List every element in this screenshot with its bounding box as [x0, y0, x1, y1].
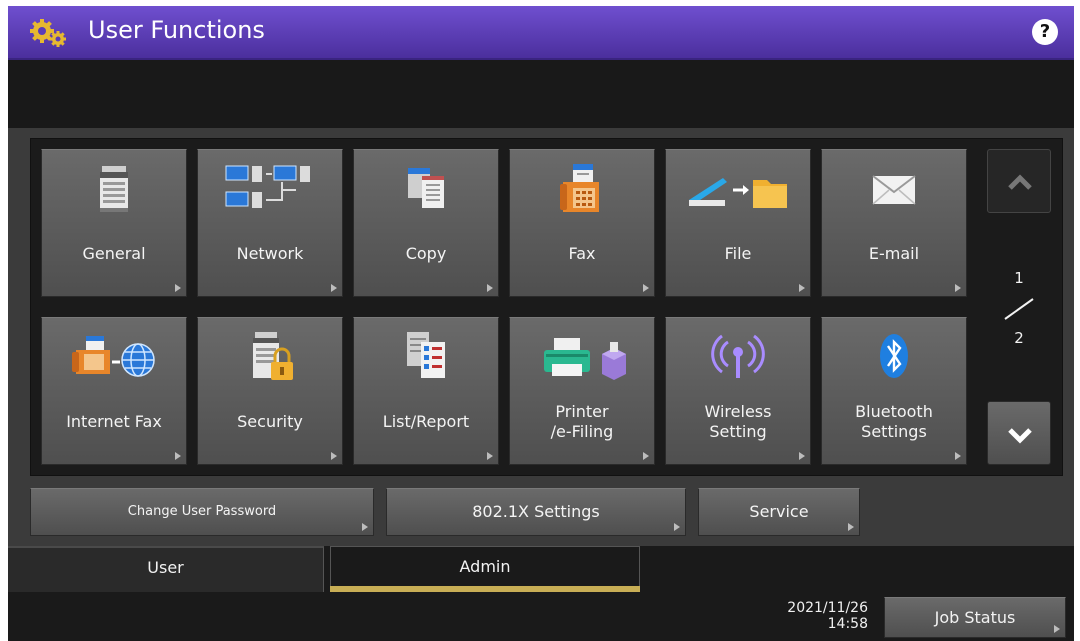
- arrow-indicator-icon: [643, 452, 649, 460]
- button-label: 802.1X Settings: [472, 502, 600, 521]
- arrow-indicator-icon: [175, 452, 181, 460]
- button-label: Job Status: [934, 608, 1016, 627]
- fax-icon: [510, 160, 654, 218]
- tile-label: Fax: [568, 244, 596, 263]
- tab-user[interactable]: User: [8, 546, 324, 592]
- screen: User Functions ? General Network Copy Fa…: [8, 6, 1074, 641]
- internet-fax-tile[interactable]: Internet Fax: [41, 317, 187, 465]
- arrow-indicator-icon: [848, 523, 854, 531]
- arrow-indicator-icon: [362, 523, 368, 531]
- arrow-indicator-icon: [643, 284, 649, 292]
- security-tile[interactable]: Security: [197, 317, 343, 465]
- printer-efiling-icon: [510, 328, 654, 386]
- arrow-indicator-icon: [331, 284, 337, 292]
- tile-label: Bluetooth Settings: [855, 402, 933, 441]
- wireless-setting-tile[interactable]: Wireless Setting: [665, 317, 811, 465]
- current-page: 1: [1014, 269, 1024, 287]
- arrow-indicator-icon: [175, 284, 181, 292]
- tile-label: Security: [237, 412, 303, 431]
- chevron-down-icon: [1008, 428, 1032, 444]
- tile-label: List/Report: [382, 412, 470, 431]
- message-area: [8, 60, 1074, 128]
- time-text: 14:58: [827, 616, 868, 632]
- arrow-indicator-icon: [331, 452, 337, 460]
- arrow-indicator-icon: [799, 284, 805, 292]
- fax-tile[interactable]: Fax: [509, 149, 655, 297]
- email-tile[interactable]: E-mail: [821, 149, 967, 297]
- bluetooth-icon: [822, 328, 966, 386]
- tile-label: File: [724, 244, 752, 263]
- copy-tile[interactable]: Copy: [353, 149, 499, 297]
- job-status-button[interactable]: Job Status: [884, 597, 1066, 638]
- arrow-indicator-icon: [799, 452, 805, 460]
- total-pages: 2: [1014, 329, 1024, 347]
- main-content: General Network Copy Fax File E-mail Int…: [8, 128, 1074, 546]
- tile-label: E-mail: [868, 244, 920, 263]
- date-text: 2021/11/26: [787, 600, 868, 616]
- copy-documents-icon: [354, 160, 498, 218]
- arrow-indicator-icon: [674, 523, 680, 531]
- tile-label: Network: [236, 244, 304, 263]
- tile-label: Copy: [405, 244, 447, 263]
- date-time: 2021/11/26 14:58: [787, 600, 868, 632]
- network-icon: [198, 160, 342, 218]
- change-user-password-button[interactable]: Change User Password: [30, 488, 374, 536]
- network-tile[interactable]: Network: [197, 149, 343, 297]
- printer-efiling-tile[interactable]: Printer /e-Filing: [509, 317, 655, 465]
- arrow-indicator-icon: [487, 284, 493, 292]
- scan-to-folder-icon: [666, 160, 810, 218]
- arrow-indicator-icon: [487, 452, 493, 460]
- arrow-indicator-icon: [1054, 625, 1060, 633]
- wireless-icon: [666, 328, 810, 386]
- page-separator: [1004, 298, 1034, 320]
- bluetooth-settings-tile[interactable]: Bluetooth Settings: [821, 317, 967, 465]
- page-title: User Functions: [88, 16, 265, 44]
- page-indicator: 1 2: [987, 259, 1051, 359]
- function-panel: General Network Copy Fax File E-mail Int…: [30, 138, 1063, 476]
- copier-icon: [42, 160, 186, 218]
- scroll-down-button[interactable]: [987, 401, 1051, 465]
- button-label: Service: [749, 502, 809, 521]
- 802-1x-settings-button[interactable]: 802.1X Settings: [386, 488, 686, 536]
- chevron-up-icon: [1008, 174, 1032, 190]
- tile-label: Printer /e-Filing: [550, 402, 614, 441]
- envelope-icon: [822, 160, 966, 218]
- copier-lock-icon: [198, 328, 342, 386]
- tile-label: General: [82, 244, 146, 263]
- general-tile[interactable]: General: [41, 149, 187, 297]
- button-label: Change User Password: [127, 504, 277, 519]
- internet-fax-icon: [42, 328, 186, 386]
- scroll-up-button[interactable]: [987, 149, 1051, 213]
- gears-icon: [28, 17, 68, 49]
- list-report-tile[interactable]: List/Report: [353, 317, 499, 465]
- title-bar: User Functions ?: [8, 6, 1074, 60]
- arrow-indicator-icon: [955, 284, 961, 292]
- tile-label: Internet Fax: [66, 412, 162, 431]
- list-report-icon: [354, 328, 498, 386]
- help-button[interactable]: ?: [1032, 19, 1058, 45]
- file-tile[interactable]: File: [665, 149, 811, 297]
- service-button[interactable]: Service: [698, 488, 860, 536]
- tile-label: Wireless Setting: [704, 402, 772, 441]
- arrow-indicator-icon: [955, 452, 961, 460]
